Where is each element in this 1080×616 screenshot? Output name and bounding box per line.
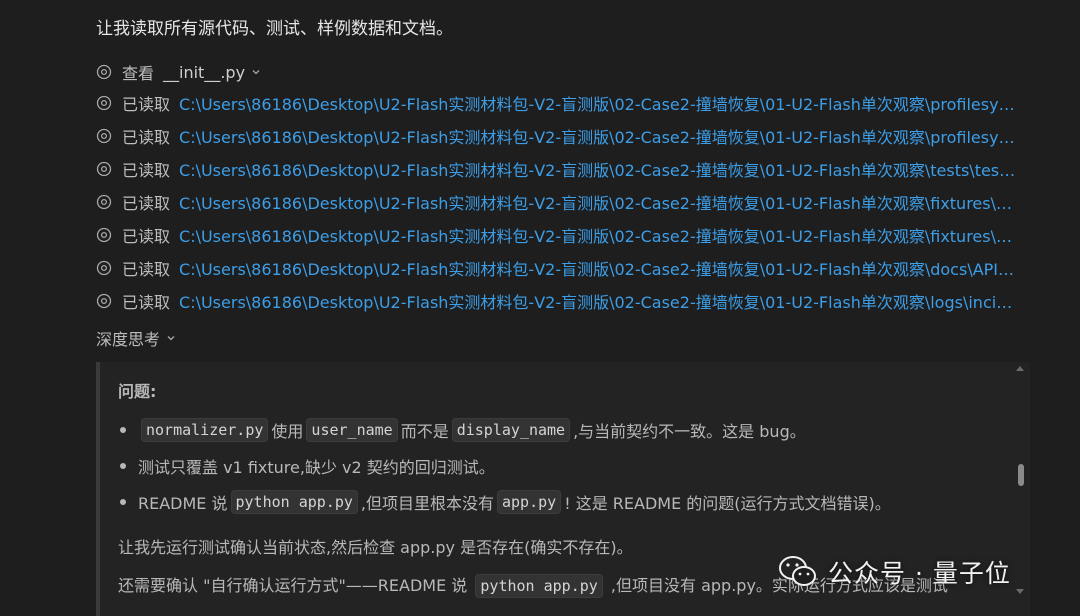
scroll-up-arrow-icon[interactable] — [1016, 366, 1024, 371]
tool-row-read[interactable]: 已读取 C:\Users\86186\Desktop\U2-Flash实测材料包… — [96, 288, 1019, 314]
eye-icon — [96, 194, 112, 210]
eye-icon — [96, 293, 112, 309]
file-path-link[interactable]: C:\Users\86186\Desktop\U2-Flash实测材料包-V2-… — [179, 256, 1019, 280]
file-path-link[interactable]: C:\Users\86186\Desktop\U2-Flash实测材料包-V2-… — [179, 223, 1019, 247]
tool-row-read[interactable]: 已读取 C:\Users\86186\Desktop\U2-Flash实测材料包… — [96, 156, 1019, 182]
chevron-down-icon — [167, 336, 175, 341]
list-text: ,与当前契约不一致。这是 bug。 — [573, 422, 806, 441]
list-text: ! 这是 README 的问题(运行方式文档错误)。 — [564, 494, 891, 513]
eye-icon — [96, 260, 112, 276]
eye-icon — [96, 161, 112, 177]
paragraph: 让我先运行测试确认当前状态,然后检查 app.py 是否存在(确实不存在)。 — [118, 538, 633, 557]
inline-code: app.py — [497, 490, 562, 514]
tool-row-read[interactable]: 已读取 C:\Users\86186\Desktop\U2-Flash实测材料包… — [96, 189, 1019, 215]
file-path-link[interactable]: C:\Users\86186\Desktop\U2-Flash实测材料包-V2-… — [179, 289, 1019, 313]
tool-row-view[interactable]: 查看 __init__.py — [96, 59, 261, 85]
tool-verb: 已读取 — [122, 161, 171, 180]
thinking-toggle[interactable]: 深度思考 — [96, 326, 176, 350]
eye-icon — [96, 227, 112, 243]
intro-text: 让我读取所有源代码、测试、样例数据和文档。 — [96, 19, 453, 39]
chat-panel: 让我读取所有源代码、测试、样例数据和文档。 查看 __init__.py 已读取… — [0, 0, 1080, 616]
eye-icon — [96, 128, 112, 144]
tool-row-read[interactable]: 已读取 C:\Users\86186\Desktop\U2-Flash实测材料包… — [96, 222, 1019, 248]
paragraph-text: 还需要确认 "自行确认运行方式"——README 说 — [118, 576, 468, 595]
list-item: normalizer.py 使用 user_name 而不是 display_n… — [120, 416, 806, 444]
tool-row-read[interactable]: 已读取 C:\Users\86186\Desktop\U2-Flash实测材料包… — [96, 255, 1019, 281]
chevron-down-icon[interactable] — [251, 67, 261, 77]
watermark: 公众号 · 量子位 — [778, 552, 1011, 592]
list-text: ,但项目里根本没有 — [360, 494, 494, 513]
thinking-label: 深度思考 — [96, 330, 161, 349]
tool-verb: 查看 — [122, 64, 155, 83]
inline-code: python app.py — [230, 490, 358, 514]
file-path-link[interactable]: C:\Users\86186\Desktop\U2-Flash实测材料包-V2-… — [179, 124, 1019, 148]
tool-verb: 已读取 — [122, 194, 171, 213]
eye-icon — [96, 64, 112, 80]
bullet-dot — [120, 499, 126, 505]
tool-verb: 已读取 — [122, 227, 171, 246]
list-text: 而不是 — [400, 422, 449, 441]
inline-code: python app.py — [475, 574, 603, 598]
thinking-heading: 问题: — [118, 382, 157, 401]
list-text: README 说 — [138, 494, 228, 513]
file-path-link[interactable]: C:\Users\86186\Desktop\U2-Flash实测材料包-V2-… — [179, 157, 1019, 181]
tool-row-read[interactable]: 已读取 C:\Users\86186\Desktop\U2-Flash实测材料包… — [96, 90, 1019, 116]
file-path-link[interactable]: C:\Users\86186\Desktop\U2-Flash实测材料包-V2-… — [179, 190, 1019, 214]
inline-code: user_name — [306, 418, 398, 442]
watermark-text: 公众号 · 量子位 — [828, 559, 1011, 588]
inline-code: display_name — [451, 418, 571, 442]
tool-verb: 已读取 — [122, 128, 171, 147]
list-item: README 说 python app.py ,但项目里根本没有 app.py … — [120, 488, 891, 516]
scroll-down-arrow-icon[interactable] — [1016, 589, 1024, 594]
list-item: 测试只覆盖 v1 fixture,缺少 v2 契约的回归测试。 — [120, 452, 495, 480]
wechat-icon — [779, 556, 816, 586]
tool-filename: __init__.py — [163, 62, 246, 82]
tool-verb: 已读取 — [122, 260, 171, 279]
bullet-dot — [120, 427, 126, 433]
list-text: 使用 — [271, 422, 304, 441]
tool-verb: 已读取 — [122, 293, 171, 312]
tool-verb: 已读取 — [122, 95, 171, 114]
list-text: 测试只覆盖 v1 fixture,缺少 v2 契约的回归测试。 — [138, 458, 495, 477]
eye-icon — [96, 95, 112, 111]
bullet-dot — [120, 463, 126, 469]
tool-row-read[interactable]: 已读取 C:\Users\86186\Desktop\U2-Flash实测材料包… — [96, 123, 1019, 149]
file-path-link[interactable]: C:\Users\86186\Desktop\U2-Flash实测材料包-V2-… — [179, 91, 1019, 115]
scrollbar-thumb[interactable] — [1018, 464, 1024, 486]
inline-code: normalizer.py — [141, 418, 269, 442]
